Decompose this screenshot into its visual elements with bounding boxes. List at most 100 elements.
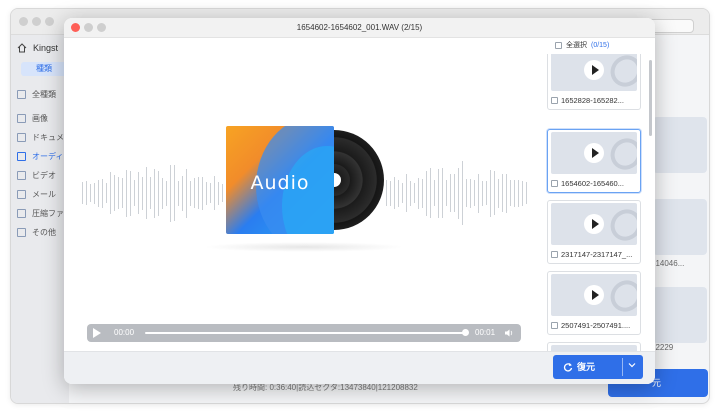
sidebar-item-mail[interactable]: メール bbox=[17, 187, 69, 201]
cover-shadow bbox=[204, 242, 404, 252]
waveform-bar bbox=[126, 169, 127, 217]
waveform-bar bbox=[214, 176, 215, 210]
waveform-bar bbox=[198, 177, 199, 209]
audio-player-bar: 00:00 00:01 bbox=[87, 324, 521, 342]
waveform-left bbox=[82, 158, 223, 228]
sidebar-item-other[interactable]: その他 bbox=[17, 225, 69, 239]
waveform-bar bbox=[502, 174, 503, 212]
other-icon bbox=[17, 227, 26, 237]
progress-knob[interactable] bbox=[462, 329, 469, 336]
waveform-bar bbox=[162, 177, 163, 209]
file-card[interactable] bbox=[547, 342, 641, 351]
current-time: 00:00 bbox=[114, 328, 135, 337]
play-icon[interactable] bbox=[584, 214, 604, 234]
file-checkbox[interactable] bbox=[551, 97, 558, 104]
progress-track[interactable] bbox=[145, 332, 467, 334]
audio-preview-dialog: 1654602-1654602_001.WAV (2/15) Audio 00:… bbox=[64, 18, 655, 384]
video-icon bbox=[17, 170, 26, 180]
file-card-selected[interactable]: 1654602-165460... bbox=[547, 129, 641, 193]
sidebar-item-label: ビデオ bbox=[32, 170, 56, 180]
file-card[interactable]: 1652828-165282... bbox=[547, 54, 641, 110]
selected-count: (0/15) bbox=[591, 41, 610, 49]
file-list-scrollbar[interactable] bbox=[649, 60, 652, 136]
waveform-bar bbox=[466, 179, 467, 207]
waveform-bar bbox=[218, 181, 219, 205]
sidebar-item-video[interactable]: ビデオ bbox=[17, 168, 69, 182]
sidebar-item-document[interactable]: ドキュメ bbox=[17, 130, 69, 144]
waveform-bar bbox=[390, 180, 391, 206]
waveform-bar bbox=[90, 184, 91, 202]
sidebar-item-label: ドキュメ bbox=[32, 132, 64, 142]
drive-row[interactable]: Kingst bbox=[17, 41, 58, 55]
microphone-icon bbox=[604, 274, 637, 316]
restore-button[interactable]: 復元 bbox=[553, 355, 643, 379]
waveform-bar bbox=[194, 178, 195, 208]
microphone-icon bbox=[604, 203, 637, 245]
waveform-bar bbox=[486, 181, 487, 205]
waveform-bar bbox=[442, 168, 443, 218]
microphone-icon bbox=[604, 345, 637, 351]
waveform-bar bbox=[114, 175, 115, 211]
waveform-bar bbox=[118, 177, 119, 209]
waveform-bar bbox=[478, 173, 479, 213]
waveform-bar bbox=[526, 182, 527, 204]
background-thumbnail[interactable] bbox=[653, 117, 707, 173]
waveform-bar bbox=[522, 180, 523, 206]
sidebar-item-label: 全種類 bbox=[32, 89, 56, 99]
waveform-bar bbox=[498, 178, 499, 208]
play-icon[interactable] bbox=[584, 143, 604, 163]
waveform-bar bbox=[166, 180, 167, 206]
file-name: 1654602-165460... bbox=[561, 179, 624, 188]
sidebar-item-archive[interactable]: 圧縮ファ bbox=[17, 206, 69, 220]
dialog-close-button[interactable] bbox=[71, 23, 80, 32]
waveform-bar bbox=[158, 170, 159, 216]
waveform-bar bbox=[206, 181, 207, 205]
waveform-bar bbox=[518, 179, 519, 207]
microphone-icon bbox=[604, 54, 637, 91]
sidebar-item-all[interactable]: 全種類 bbox=[17, 87, 69, 101]
sidebar-item-image[interactable]: 画像 bbox=[17, 111, 69, 125]
file-thumbnail bbox=[551, 274, 637, 316]
file-checkbox[interactable] bbox=[551, 251, 558, 258]
window-close-dot[interactable] bbox=[19, 17, 28, 26]
file-card[interactable]: 2507491-2507491.... bbox=[547, 271, 641, 335]
waveform-bar bbox=[490, 169, 491, 217]
window-zoom-dot[interactable] bbox=[45, 17, 54, 26]
file-thumbnail bbox=[551, 345, 637, 351]
waveform-right bbox=[386, 158, 527, 228]
window-minimize-dot[interactable] bbox=[32, 17, 41, 26]
waveform-bar bbox=[130, 170, 131, 216]
waveform-bar bbox=[454, 174, 455, 212]
play-icon[interactable] bbox=[93, 328, 101, 338]
file-checkbox[interactable] bbox=[551, 322, 558, 329]
dialog-minimize-dot bbox=[84, 23, 93, 32]
file-card[interactable]: 2317147-2317147_... bbox=[547, 200, 641, 264]
chevron-down-icon[interactable] bbox=[627, 360, 637, 370]
image-icon bbox=[17, 113, 26, 123]
play-icon[interactable] bbox=[584, 60, 604, 80]
select-all-checkbox[interactable] bbox=[555, 41, 562, 49]
waveform-bar bbox=[170, 164, 171, 222]
waveform-bar bbox=[102, 178, 103, 208]
document-icon bbox=[17, 132, 26, 142]
mail-icon bbox=[17, 189, 26, 199]
waveform-bar bbox=[110, 172, 111, 214]
waveform-bar bbox=[122, 178, 123, 208]
background-thumbnail[interactable] bbox=[653, 287, 707, 343]
file-name: 2317147-2317147_... bbox=[561, 250, 633, 259]
waveform-bar bbox=[134, 180, 135, 206]
sidebar-item-audio[interactable]: オーディ bbox=[17, 149, 69, 163]
waveform-bar bbox=[98, 179, 99, 207]
screen: { "background_app": { "drive_name": "Kin… bbox=[0, 0, 719, 412]
waveform-bar bbox=[426, 170, 427, 216]
background-thumbnail[interactable] bbox=[653, 199, 707, 255]
file-checkbox[interactable] bbox=[551, 180, 558, 187]
waveform-bar bbox=[106, 183, 107, 203]
waveform-bar bbox=[406, 174, 407, 212]
volume-icon[interactable] bbox=[505, 329, 514, 337]
waveform-bar bbox=[186, 168, 187, 218]
select-all[interactable]: 全選択 (0/15) bbox=[555, 40, 609, 50]
waveform-bar bbox=[422, 178, 423, 208]
play-icon[interactable] bbox=[584, 285, 604, 305]
tab-file-type[interactable]: 種類 bbox=[21, 62, 67, 76]
